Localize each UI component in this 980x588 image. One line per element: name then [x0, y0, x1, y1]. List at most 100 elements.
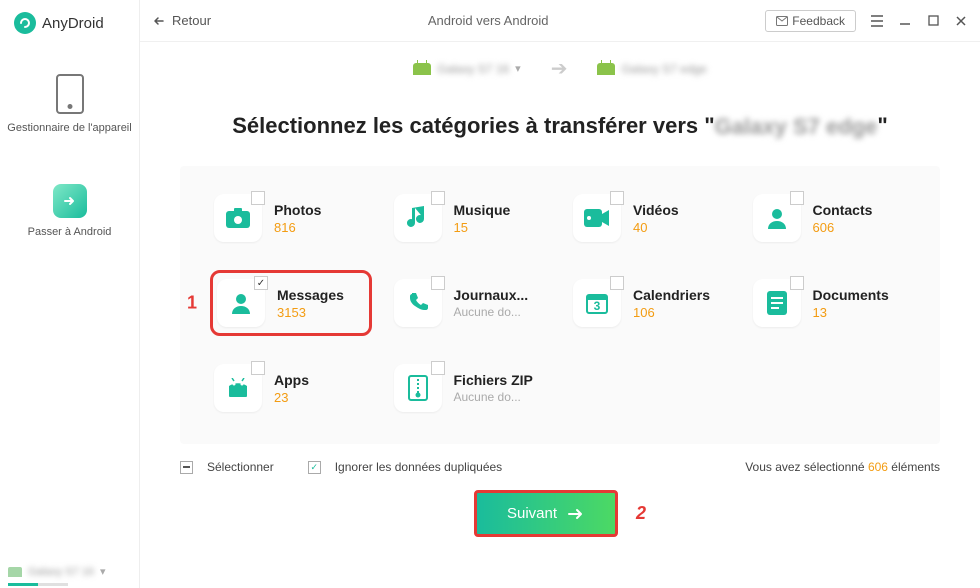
category-name: Messages [277, 287, 344, 303]
category-icon [214, 364, 262, 412]
category-photos[interactable]: Photos 816 [210, 188, 372, 248]
topbar: Retour Android vers Android Feedback [140, 0, 980, 42]
category-checkbox[interactable] [251, 191, 265, 205]
menu-icon[interactable] [870, 14, 884, 28]
app-logo: AnyDroid [0, 12, 104, 34]
source-device[interactable]: Galaxy S7 16 ▾ [413, 62, 521, 76]
android-icon [8, 567, 22, 577]
category-count: 23 [274, 390, 309, 405]
back-button[interactable]: Retour [152, 13, 211, 28]
category-checkbox[interactable]: ✓ [254, 276, 268, 290]
ignore-dupes-checkbox[interactable]: ✓ [308, 461, 321, 474]
category-count: 40 [633, 220, 679, 235]
category-info: Musique 15 [454, 202, 511, 235]
category-icon [394, 279, 442, 327]
category-checkbox[interactable] [251, 361, 265, 375]
page-title: Sélectionnez les catégories à transférer… [180, 113, 940, 140]
category-name: Apps [274, 372, 309, 388]
category-checkbox[interactable] [431, 276, 445, 290]
nav-device-manager[interactable]: Gestionnaire de l'appareil [7, 74, 131, 134]
logo-icon [14, 12, 36, 34]
callout-2: 2 [636, 503, 646, 524]
category-grid: Photos816Musique15Vidéos40Contacts6061✓M… [210, 188, 910, 418]
category-vidos[interactable]: Vidéos 40 [569, 188, 731, 248]
close-icon[interactable] [954, 14, 968, 28]
category-checkbox[interactable] [610, 276, 624, 290]
device-row: Galaxy S7 16 ▾ ➔ Galaxy S7 edge [140, 42, 980, 87]
minimize-icon[interactable] [898, 14, 912, 28]
category-checkbox[interactable] [431, 191, 445, 205]
category-name: Fichiers ZIP [454, 372, 533, 388]
category-fichierszip[interactable]: Fichiers ZIP Aucune do... [390, 358, 552, 418]
category-count: 13 [813, 305, 889, 320]
category-info: Photos 816 [274, 202, 321, 235]
category-icon [394, 364, 442, 412]
category-info: Vidéos 40 [633, 202, 679, 235]
category-documents[interactable]: Documents 13 [749, 270, 911, 336]
window-controls: Feedback [765, 10, 968, 32]
android-icon [597, 63, 615, 75]
category-apps[interactable]: Apps 23 [210, 358, 372, 418]
next-label: Suivant [507, 505, 557, 522]
select-label: Sélectionner [207, 460, 274, 474]
next-row: Suivant 2 [140, 474, 980, 537]
category-info: Calendriers 106 [633, 287, 710, 320]
category-empty: Aucune do... [454, 390, 533, 404]
app-name: AnyDroid [42, 15, 104, 32]
header-title: Android vers Android [211, 13, 765, 28]
category-info: Journaux... Aucune do... [454, 287, 529, 319]
category-info: Fichiers ZIP Aucune do... [454, 372, 533, 404]
category-name: Photos [274, 202, 321, 218]
category-icon [394, 194, 442, 242]
category-checkbox[interactable] [790, 191, 804, 205]
category-count: 15 [454, 220, 511, 235]
target-device: Galaxy S7 edge [597, 62, 706, 76]
category-name: Journaux... [454, 287, 529, 303]
category-name: Vidéos [633, 202, 679, 218]
callout-1: 1 [187, 293, 197, 314]
category-icon [573, 194, 621, 242]
category-checkbox[interactable] [431, 361, 445, 375]
category-calendriers[interactable]: 3 Calendriers 106 [569, 270, 731, 336]
category-checkbox[interactable] [610, 191, 624, 205]
category-contacts[interactable]: Contacts606 [749, 188, 911, 248]
sidebar-device-footer[interactable]: Galaxy S7 16 ▾ [8, 565, 106, 578]
category-name: Documents [813, 287, 889, 303]
category-empty: Aucune do... [454, 305, 529, 319]
category-count: 816 [274, 220, 321, 235]
category-messages[interactable]: 1✓Messages3153 [210, 270, 372, 336]
next-button[interactable]: Suivant [474, 490, 618, 537]
category-count: 106 [633, 305, 710, 320]
category-checkbox[interactable] [790, 276, 804, 290]
select-all-checkbox[interactable] [180, 461, 193, 474]
target-device-name: Galaxy S7 edge [621, 62, 706, 76]
nav-label: Passer à Android [28, 226, 112, 238]
arrow-right-icon [567, 507, 585, 521]
category-name: Calendriers [633, 287, 710, 303]
category-icon [753, 279, 801, 327]
ignore-label: Ignorer les données dupliquées [335, 460, 502, 474]
category-grid-wrapper: Photos 816 Musique 15 Vidéos 40 Contacts606 1 ✓ M… [180, 166, 940, 444]
category-count: 3153 [277, 305, 344, 320]
category-icon: 3 [573, 279, 621, 327]
category-name: Musique [454, 202, 511, 218]
footer-left: Sélectionner ✓ Ignorer les données dupli… [180, 460, 502, 474]
source-device-name: Galaxy S7 16 [437, 62, 509, 76]
feedback-button[interactable]: Feedback [765, 10, 856, 32]
category-musique[interactable]: Musique 15 [390, 188, 552, 248]
chevron-down-icon: ▾ [515, 62, 521, 75]
storage-progress [8, 583, 68, 586]
footer-row: Sélectionner ✓ Ignorer les données dupli… [140, 444, 980, 474]
sidebar: AnyDroid Gestionnaire de l'appareil Pass… [0, 0, 140, 588]
category-info: Contacts606 [813, 202, 873, 235]
category-count: 606 [813, 220, 873, 235]
footer-device-name: Galaxy S7 16 [28, 566, 94, 578]
category-journaux[interactable]: Journaux... Aucune do... [390, 270, 552, 336]
svg-text:3: 3 [594, 299, 601, 313]
maximize-icon[interactable] [926, 14, 940, 28]
chevron-down-icon: ▾ [100, 565, 106, 578]
nav-switch-android[interactable]: Passer à Android [28, 184, 112, 238]
main-panel: Retour Android vers Android Feedback Gal… [140, 0, 980, 588]
feedback-label: Feedback [792, 14, 845, 28]
category-info: Apps 23 [274, 372, 309, 405]
